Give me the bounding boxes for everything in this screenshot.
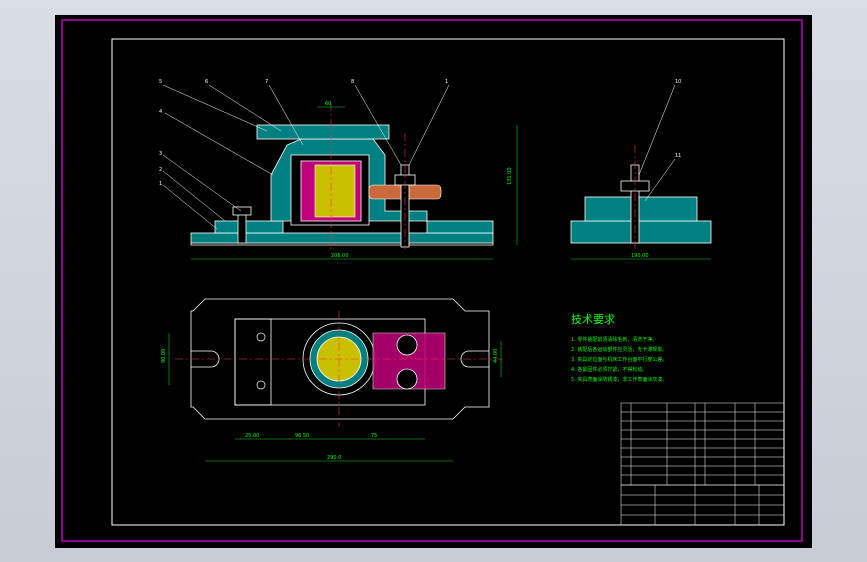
- dim-plan-b: 96.50: [295, 433, 309, 439]
- dim-front-height: 131.00: [507, 168, 513, 186]
- dim-plan-c: 75: [371, 433, 377, 439]
- title-block: [620, 484, 785, 526]
- plan-nut-upper: [396, 334, 418, 356]
- base-left-step: [214, 220, 284, 234]
- side-view[interactable]: 190.00 10 11: [570, 79, 712, 260]
- base-plate: [190, 232, 494, 244]
- sheet-border: [61, 19, 803, 542]
- housing-flange: [256, 124, 390, 140]
- side-top-block: [584, 196, 698, 222]
- left-bolt: [237, 212, 247, 244]
- requirement-5: 5. 夹具表面涂防锈漆，非工作表面涂灰漆。: [571, 376, 667, 383]
- plan-hole-b: [256, 380, 266, 390]
- plan-hole-a: [256, 332, 266, 342]
- plan-view[interactable]: 290.0 25.00 96.50 75 90.00 44.00: [161, 298, 505, 462]
- left-bolt-head: [232, 206, 252, 216]
- requirement-4: 4. 各紧固件必须拧紧，不得松动。: [571, 366, 647, 373]
- parts-list: [620, 402, 785, 486]
- dim-front-length: 206.00: [331, 253, 349, 259]
- dim-top-width: 60: [325, 101, 331, 107]
- dim-plan-height: 90.00: [161, 349, 167, 363]
- balloon-10: 10: [675, 79, 681, 85]
- side-base: [570, 220, 712, 244]
- balloon-1: 1: [159, 181, 162, 187]
- drawing-frame: [111, 38, 785, 526]
- dim-plan-a: 25.00: [245, 433, 259, 439]
- technical-requirements: 技术要求 1. 零件装配前须清除毛刺，清洗干净。 2. 装配后各运动部件应灵活，…: [571, 313, 667, 383]
- balloon-3: 3: [159, 151, 162, 157]
- workpiece-yellow: [314, 164, 356, 218]
- balloon-7: 7: [265, 79, 268, 85]
- plan-left-block: [234, 318, 272, 406]
- balloon-2: 2: [159, 167, 162, 173]
- balloon-5: 5: [159, 79, 162, 85]
- balloon-8: 8: [351, 79, 354, 85]
- balloon-6: 6: [205, 79, 208, 85]
- front-section-view[interactable]: 206.00 131.00 60 5 6 7 8 1 4 3 2 1: [159, 79, 518, 260]
- base-right-step: [426, 220, 494, 234]
- requirements-title: 技术要求: [571, 313, 615, 326]
- requirement-2: 2. 装配后各运动部件应灵活，无卡滞现象。: [571, 346, 667, 353]
- cad-drawing-canvas[interactable]: 206.00 131.00 60 5 6 7 8 1 4 3 2 1 190.0…: [55, 15, 812, 548]
- balloon-11: 11: [675, 153, 681, 159]
- dim-side-length: 190.00: [631, 253, 649, 259]
- plan-nut-lower: [396, 368, 418, 390]
- dim-plan-right: 44.00: [493, 349, 499, 363]
- cad-viewport[interactable]: 206.00 131.00 60 5 6 7 8 1 4 3 2 1 190.0…: [55, 15, 812, 548]
- balloon-1-top: 1: [445, 79, 448, 85]
- requirement-3: 3. 夹具定位面与机床工作台面平行度公差。: [571, 356, 667, 363]
- requirement-1: 1. 零件装配前须清除毛刺，清洗干净。: [571, 336, 657, 343]
- balloon-4: 4: [159, 109, 162, 115]
- dim-plan-length: 290.0: [327, 455, 341, 461]
